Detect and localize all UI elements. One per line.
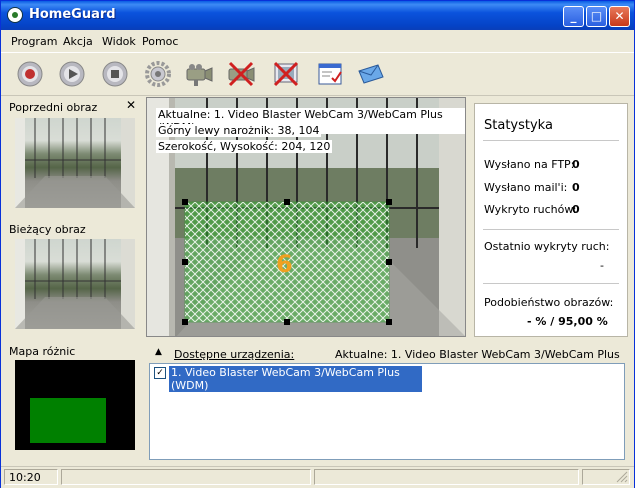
- title-bar[interactable]: HomeGuard _ □ ✕: [1, 1, 634, 30]
- status-cell: [61, 469, 311, 485]
- play-icon[interactable]: [57, 59, 87, 89]
- list-item[interactable]: ✓ 1. Video Blaster WebCam 3/WebCam Plus …: [152, 366, 422, 392]
- close-button[interactable]: ✕: [609, 6, 630, 27]
- status-bar: 10:20: [1, 466, 634, 488]
- divider: [483, 283, 619, 284]
- camera-view[interactable]: Aktualne: 1. Video Blaster WebCam 3/WebC…: [146, 97, 466, 337]
- device-item-label: 1. Video Blaster WebCam 3/WebCam Plus (W…: [169, 366, 422, 392]
- menu-program[interactable]: Program: [11, 35, 57, 48]
- screen-disabled-icon[interactable]: [271, 59, 301, 89]
- available-devices-label: Dostępne urządzenia:: [174, 348, 295, 361]
- diff-map-label: Mapa różnic: [9, 345, 76, 358]
- mail-icon[interactable]: [356, 59, 386, 89]
- zone-number-label: 6: [276, 250, 293, 278]
- ftp-sent-value: 0: [572, 158, 580, 171]
- camera-disabled-icon[interactable]: [226, 59, 256, 89]
- ftp-sent-label: Wysłano na FTP:: [484, 158, 575, 171]
- maximize-button[interactable]: □: [586, 6, 607, 27]
- window-title: HomeGuard: [29, 7, 116, 22]
- statistics-title: Statystyka: [484, 118, 553, 133]
- checklist-icon[interactable]: [315, 59, 345, 89]
- homeguard-app-icon: [7, 7, 23, 23]
- motions-detected-value: 0: [572, 203, 580, 216]
- status-cell: [314, 469, 579, 485]
- previous-image-label: Poprzedni obraz: [9, 101, 98, 114]
- info-width-height: Szerokość, Wysokość: 204, 120: [156, 140, 333, 153]
- devices-panel: ▲ Dostępne urządzenia: Aktualne: 1. Vide…: [146, 346, 628, 461]
- diff-region: [30, 398, 106, 443]
- minimize-button[interactable]: _: [563, 6, 584, 27]
- current-image-label: Bieżący obraz: [9, 223, 86, 236]
- app-window: HomeGuard _ □ ✕ Program Akcja Widok Pomo…: [0, 0, 635, 488]
- settings-gear-icon[interactable]: [143, 59, 173, 89]
- status-time-cell: 10:20: [4, 469, 58, 485]
- menu-pomoc[interactable]: Pomoc: [142, 35, 178, 48]
- resize-grip-icon[interactable]: [614, 469, 628, 483]
- toolbar: [1, 52, 634, 96]
- last-motion-label: Ostatnio wykryty ruch:: [484, 240, 610, 253]
- device-checkbox[interactable]: ✓: [154, 367, 166, 379]
- previous-image-thumbnail: [15, 118, 135, 208]
- mails-sent-label: Wysłano mail'i:: [484, 181, 568, 194]
- device-list: ✓ 1. Video Blaster WebCam 3/WebCam Plus …: [149, 363, 625, 460]
- menu-bar: Program Akcja Widok Pomoc: [1, 31, 634, 51]
- divider: [483, 229, 619, 230]
- panel-close-icon[interactable]: ✕: [126, 98, 136, 112]
- menu-widok[interactable]: Widok: [102, 35, 136, 48]
- image-similarity-label: Podobieństwo obrazów:: [484, 296, 614, 309]
- resize-grip-cell[interactable]: [582, 469, 630, 485]
- collapse-arrow-icon[interactable]: ▲: [155, 347, 162, 357]
- motions-detected-label: Wykryto ruchów:: [484, 203, 577, 216]
- record-icon[interactable]: [15, 59, 45, 89]
- left-preview-panel: Poprzedni obraz ✕ Bieżący obraz Mapa róż…: [7, 97, 142, 463]
- current-image-thumbnail: [15, 239, 135, 329]
- camera-icon[interactable]: [184, 59, 214, 89]
- last-motion-value: -: [600, 259, 604, 272]
- stop-icon[interactable]: [100, 59, 130, 89]
- statistics-panel: Statystyka Wysłano na FTP: 0 Wysłano mai…: [474, 103, 628, 337]
- divider: [483, 140, 619, 141]
- previous-image-scene: [15, 118, 135, 208]
- info-top-left-corner: Górny lewy narożnik: 38, 104: [156, 124, 322, 137]
- status-time: 10:20: [9, 471, 41, 484]
- current-image-scene: [15, 239, 135, 329]
- diff-map: [15, 360, 135, 450]
- image-similarity-value: - % / 95,00 %: [527, 315, 608, 328]
- mails-sent-value: 0: [572, 181, 580, 194]
- menu-akcja[interactable]: Akcja: [63, 35, 93, 48]
